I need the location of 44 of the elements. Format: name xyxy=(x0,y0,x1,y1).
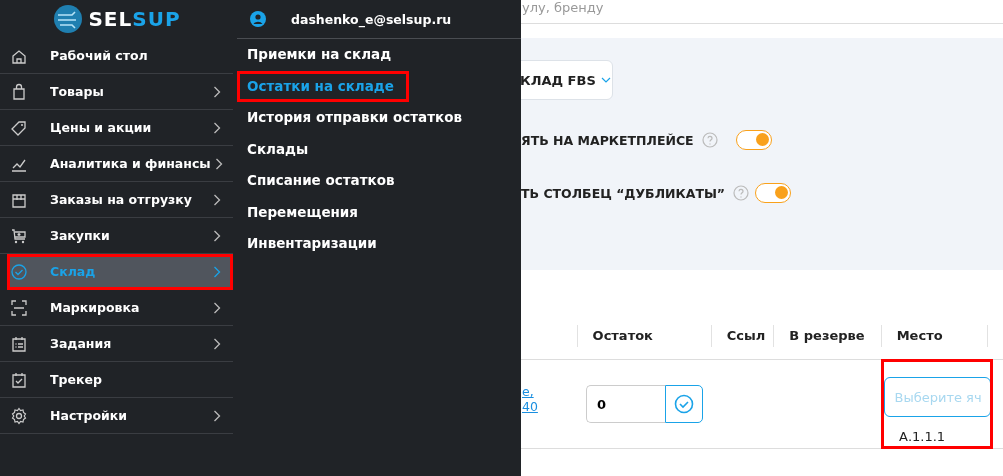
tag-icon xyxy=(10,118,28,137)
cell-select[interactable]: Выберите яч xyxy=(883,377,991,417)
cell-option[interactable]: А.1.1.1 xyxy=(899,429,946,444)
user-icon xyxy=(250,11,266,27)
user-email: dashenko_e@selsup.ru xyxy=(291,11,452,27)
submenu-item[interactable]: Склады xyxy=(233,133,521,165)
sidebar-item[interactable]: Настройки xyxy=(0,398,233,434)
column-header: В резерве xyxy=(773,325,881,347)
submenu-item[interactable]: Инвентаризации xyxy=(233,228,521,260)
submenu-item[interactable]: Списание остатков xyxy=(233,165,521,197)
sidebar-item[interactable]: Задания xyxy=(0,326,233,362)
toggle-switch[interactable] xyxy=(755,183,792,203)
logo-text: SELSUP xyxy=(88,7,181,31)
scan-icon xyxy=(10,298,28,317)
help-icon[interactable] xyxy=(701,132,718,148)
submenu-item[interactable]: Приемки на склад xyxy=(233,39,521,71)
column-header: Ссыл xyxy=(710,325,774,347)
check-icon xyxy=(10,262,28,281)
submenu-item[interactable]: Остатки на складе xyxy=(237,70,409,102)
sidebar-item[interactable]: Товары xyxy=(0,74,233,110)
stock-field[interactable]: 0 xyxy=(586,385,665,423)
column-header: Остаток xyxy=(576,325,711,347)
calendar-icon xyxy=(10,370,28,389)
sidebar-item[interactable]: Рабочий стол xyxy=(0,38,233,74)
product-link[interactable]: е, 40 xyxy=(522,384,536,414)
submenu-item[interactable]: История отправки остатков xyxy=(233,102,521,134)
sidebar-item[interactable]: Трекер xyxy=(0,362,233,398)
warehouse-dropdown[interactable]: КЛАД FBS xyxy=(521,60,613,100)
sidebar-item[interactable]: Маркировка xyxy=(0,290,233,326)
sidebar-item[interactable]: Заказы на отгрузку xyxy=(0,182,233,218)
bag-icon xyxy=(10,82,28,101)
toggle-switch[interactable] xyxy=(735,130,772,150)
list-icon xyxy=(10,334,28,353)
toggle-label: ТЬ СТОЛБЕЦ “ДУБЛИКАТЫ” xyxy=(521,185,726,201)
help-icon[interactable] xyxy=(733,185,750,201)
confirm-button[interactable] xyxy=(665,385,703,423)
check-icon xyxy=(674,394,694,414)
toggle-label: ЯТЬ НА МАРКЕТПЛЕЙСЕ xyxy=(521,132,694,148)
gear-icon xyxy=(10,406,28,425)
cart-icon xyxy=(10,226,28,245)
submenu-item[interactable]: Перемещения xyxy=(233,196,521,228)
column-header: Место xyxy=(880,325,987,347)
caret-icon xyxy=(600,76,611,84)
logo-icon xyxy=(52,3,85,35)
